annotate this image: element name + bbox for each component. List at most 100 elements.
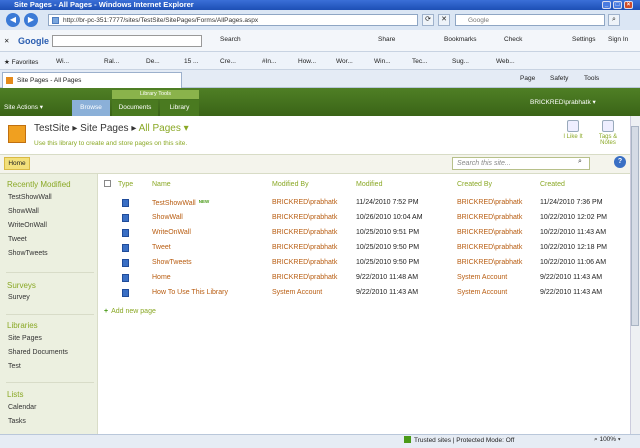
favorite-link[interactable]: #In...: [262, 58, 276, 65]
sign-in-button[interactable]: Sign In: [608, 36, 628, 43]
i-like-it-button[interactable]: I Like It: [560, 120, 586, 140]
close-toolbar-icon[interactable]: ✕: [4, 37, 9, 45]
column-modified-by[interactable]: Modified By: [272, 181, 309, 188]
modified-by[interactable]: BRICKRED\prabhatk: [272, 229, 337, 236]
modified-by[interactable]: BRICKRED\prabhatk: [272, 274, 337, 281]
search-icon[interactable]: ⌕: [578, 158, 582, 166]
created-by[interactable]: BRICKRED\prabhatk: [457, 199, 522, 206]
table-row[interactable]: Home BRICKRED\prabhatk 9/22/2010 11:48 A…: [100, 271, 630, 286]
page-link[interactable]: TestShowWall NEW: [152, 199, 209, 207]
modified-by[interactable]: System Account: [272, 289, 322, 296]
table-row[interactable]: ShowTweets BRICKRED\prabhatk 10/25/2010 …: [100, 256, 630, 271]
check-button[interactable]: Check: [504, 36, 522, 43]
favorite-link[interactable]: Sug...: [452, 58, 469, 65]
minimize-icon[interactable]: _: [602, 1, 611, 9]
search-go-icon[interactable]: ⌕: [608, 14, 620, 26]
created-by[interactable]: BRICKRED\prabhatk: [457, 259, 522, 266]
browser-search-input[interactable]: Google: [455, 14, 605, 26]
page-link[interactable]: How To Use This Library: [152, 289, 228, 296]
user-menu[interactable]: BRICKRED\prabhatk ▾: [530, 98, 596, 106]
lists-heading[interactable]: Lists: [7, 390, 23, 399]
table-row[interactable]: ShowWall BRICKRED\prabhatk 10/26/2010 10…: [100, 211, 630, 226]
tags-notes-button[interactable]: Tags & Notes: [594, 120, 622, 146]
stop-icon[interactable]: ✕: [438, 14, 450, 26]
favorite-link[interactable]: Tec...: [412, 58, 428, 65]
created-by[interactable]: BRICKRED\prabhatk: [457, 229, 522, 236]
column-modified[interactable]: Modified: [356, 181, 382, 188]
settings-button[interactable]: Settings: [572, 36, 596, 43]
recent-item[interactable]: Tweet: [8, 236, 27, 243]
modified-by[interactable]: BRICKRED\prabhatk: [272, 199, 337, 206]
google-search-button[interactable]: Search: [220, 36, 241, 43]
tools-menu[interactable]: Tools: [584, 75, 599, 82]
recent-item[interactable]: WriteOnWall: [8, 222, 47, 229]
page-link[interactable]: ShowWall: [152, 214, 183, 221]
favorite-link[interactable]: 15 ...: [184, 58, 198, 65]
page-link[interactable]: Tweet: [152, 244, 171, 251]
favorite-link[interactable]: De...: [146, 58, 160, 65]
browser-tab[interactable]: Site Pages - All Pages: [2, 72, 182, 88]
table-row[interactable]: WriteOnWall BRICKRED\prabhatk 10/25/2010…: [100, 226, 630, 241]
security-zone[interactable]: Trusted sites | Protected Mode: Off: [404, 436, 514, 444]
scrollbar-thumb[interactable]: [631, 126, 639, 326]
library-item[interactable]: Site Pages: [8, 335, 42, 342]
recent-item[interactable]: ShowWall: [8, 208, 39, 215]
favorite-link[interactable]: Ral...: [104, 58, 119, 65]
tab-documents[interactable]: Documents: [112, 100, 158, 116]
back-arrow-icon[interactable]: ◀: [6, 13, 20, 27]
table-row[interactable]: How To Use This Library System Account 9…: [100, 286, 630, 301]
favorites-button[interactable]: ★ Favorites: [4, 58, 38, 66]
google-search-input[interactable]: [52, 35, 202, 47]
favorite-link[interactable]: Cre...: [220, 58, 236, 65]
recent-item[interactable]: TestShowWall: [8, 194, 52, 201]
maximize-icon[interactable]: □: [613, 1, 622, 9]
address-input[interactable]: http://br-pc-351:7777/sites/TestSite/Sit…: [48, 14, 418, 26]
zoom-level[interactable]: ⌕ 100% ▾: [594, 436, 621, 444]
surveys-heading[interactable]: Surveys: [7, 281, 36, 290]
recent-item[interactable]: ShowTweets: [8, 250, 48, 257]
view-selector[interactable]: All Pages: [139, 123, 181, 134]
forward-arrow-icon[interactable]: ▶: [24, 13, 38, 27]
created-by[interactable]: BRICKRED\prabhatk: [457, 244, 522, 251]
list-item[interactable]: Tasks: [8, 418, 26, 425]
site-actions-menu[interactable]: Site Actions ▾: [4, 103, 43, 111]
library-item[interactable]: Shared Documents: [8, 349, 68, 356]
column-name[interactable]: Name: [152, 181, 171, 188]
refresh-icon[interactable]: ⟳: [422, 14, 434, 26]
page-menu[interactable]: Page: [520, 75, 535, 82]
column-type[interactable]: Type: [118, 181, 133, 188]
safety-menu[interactable]: Safety: [550, 75, 568, 82]
column-created[interactable]: Created: [540, 181, 565, 188]
created-by[interactable]: System Account: [457, 289, 507, 296]
modified-by[interactable]: BRICKRED\prabhatk: [272, 259, 337, 266]
page-link[interactable]: Home: [152, 274, 171, 281]
page-link[interactable]: ShowTweets: [152, 259, 192, 266]
add-new-page-link[interactable]: + Add new page: [104, 308, 156, 315]
nav-home[interactable]: Home: [4, 157, 30, 170]
modified-by[interactable]: BRICKRED\prabhatk: [272, 214, 337, 221]
list-item[interactable]: Calendar: [8, 404, 36, 411]
close-icon[interactable]: ×: [624, 1, 633, 9]
favorite-link[interactable]: Web...: [496, 58, 515, 65]
modified-by[interactable]: BRICKRED\prabhatk: [272, 244, 337, 251]
breadcrumb-site[interactable]: TestSite: [34, 123, 70, 134]
library-item[interactable]: Test: [8, 363, 21, 370]
libraries-heading[interactable]: Libraries: [7, 321, 38, 330]
created-by[interactable]: BRICKRED\prabhatk: [457, 214, 522, 221]
help-icon[interactable]: ?: [614, 156, 626, 168]
favorite-link[interactable]: Wi...: [56, 58, 69, 65]
column-created-by[interactable]: Created By: [457, 181, 492, 188]
favorite-link[interactable]: Win...: [374, 58, 391, 65]
favorite-link[interactable]: Wor...: [336, 58, 353, 65]
breadcrumb-library[interactable]: Site Pages: [80, 123, 128, 134]
site-search-input[interactable]: Search this site...: [452, 157, 590, 170]
share-button[interactable]: Share: [378, 36, 395, 43]
bookmarks-button[interactable]: Bookmarks: [444, 36, 477, 43]
page-link[interactable]: WriteOnWall: [152, 229, 191, 236]
table-row[interactable]: Tweet BRICKRED\prabhatk 10/25/2010 9:50 …: [100, 241, 630, 256]
select-all-checkbox[interactable]: [104, 180, 111, 187]
tab-library[interactable]: Library: [160, 100, 199, 116]
favorite-link[interactable]: How...: [298, 58, 316, 65]
survey-item[interactable]: Survey: [8, 294, 30, 301]
tab-browse[interactable]: Browse: [72, 100, 110, 116]
